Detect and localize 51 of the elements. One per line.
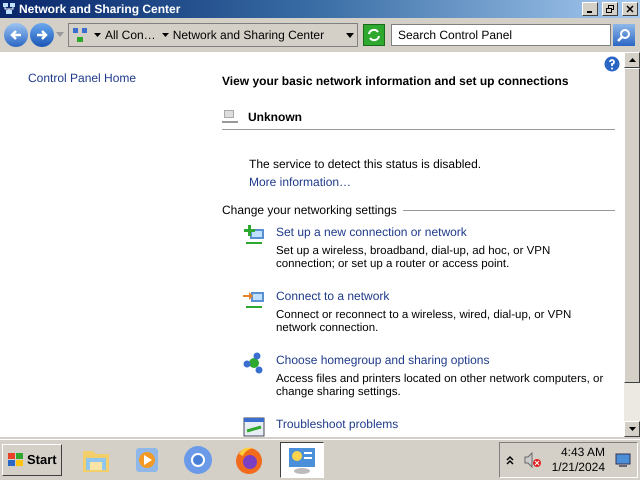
clock[interactable]: 4:43 AM 1/21/2024 <box>552 445 605 475</box>
network-name: Unknown <box>248 109 302 126</box>
scroll-up-icon[interactable] <box>628 58 636 62</box>
refresh-icon <box>367 28 381 42</box>
breadcrumb[interactable]: All Con… <box>94 26 156 44</box>
breadcrumb[interactable]: Network and Sharing Center <box>162 26 324 44</box>
page-heading: View your basic network information and set up connections <box>222 73 570 90</box>
close-icon <box>626 5 634 13</box>
search-icon <box>617 28 631 42</box>
caret-icon <box>94 32 101 38</box>
network-plus-icon <box>242 223 266 247</box>
address-bar[interactable]: All Con… Network and Sharing Center <box>68 23 358 47</box>
network-computer-icon <box>222 109 238 125</box>
windows-logo-icon <box>7 452 25 468</box>
restore-icon <box>606 5 614 13</box>
chevron-up-icon[interactable] <box>506 455 514 465</box>
refresh-button[interactable] <box>363 24 385 46</box>
network-icon <box>2 2 16 16</box>
task-link[interactable]: Set up a new connection or network <box>276 223 467 241</box>
caret-icon <box>162 32 169 38</box>
task-link[interactable]: Troubleshoot problems <box>276 415 398 433</box>
back-button[interactable] <box>4 23 28 47</box>
task-description: Connect or reconnect to a wireless, wired, dial-up, or VPN network connection. <box>276 309 572 335</box>
help-icon[interactable] <box>604 56 620 72</box>
show-desktop-icon[interactable] <box>615 453 631 467</box>
close-button[interactable] <box>622 2 638 16</box>
task-description: Set up a wireless, broadband, dial-up, ad hoc, or VPN connection; or set up a router or access point. <box>276 245 552 271</box>
more-info-link[interactable]: More information… <box>249 173 352 191</box>
speaker-muted-icon[interactable] <box>524 452 542 468</box>
window-title: Network and Sharing Center <box>19 1 182 18</box>
network-icon <box>72 27 88 43</box>
forward-button[interactable] <box>30 23 54 47</box>
dropdown-arrow-icon[interactable] <box>346 32 354 38</box>
taskbar-app[interactable] <box>280 442 324 478</box>
minimize-button[interactable] <box>582 2 598 16</box>
start-button[interactable]: Start <box>2 444 62 476</box>
task-link[interactable]: Connect to a network <box>276 287 390 305</box>
forward-arrow-icon <box>35 28 49 42</box>
search-button[interactable] <box>613 24 635 46</box>
task-link[interactable]: Choose homegroup and sharing options <box>276 351 490 369</box>
restore-button[interactable] <box>602 2 618 16</box>
sidebar-link[interactable]: Control Panel Home <box>28 69 214 87</box>
task-description: Access files and printers located on other network computers, or change sharing settings. <box>276 373 604 399</box>
section-title: Change your networking settings <box>222 202 397 219</box>
scrollbar[interactable] <box>624 52 640 437</box>
search-field[interactable]: Search Control Panel <box>391 24 611 46</box>
back-arrow-icon <box>9 28 23 42</box>
troubleshoot-icon <box>242 415 266 437</box>
status-text: The service to detect this status is disabled. <box>249 156 482 173</box>
browser-circle-icon <box>182 444 214 476</box>
scroll-down-icon[interactable] <box>628 427 636 431</box>
